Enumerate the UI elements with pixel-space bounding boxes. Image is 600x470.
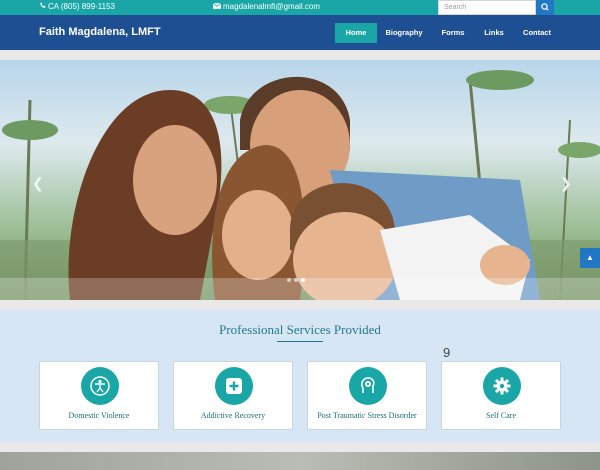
phone-icon bbox=[39, 2, 46, 11]
hero-slider[interactable]: ❮ ❯ bbox=[0, 60, 600, 300]
plus-square-icon bbox=[215, 367, 253, 405]
main-navbar: Faith Magdalena, LMFT Home Biography For… bbox=[0, 15, 600, 50]
phone-number: CA (805) 899-1153 bbox=[48, 2, 116, 11]
slide-dot[interactable] bbox=[287, 278, 291, 282]
stray-text: 9 bbox=[443, 345, 451, 360]
title-divider bbox=[277, 341, 323, 342]
service-label: Self Care bbox=[486, 411, 516, 420]
search-input[interactable]: Search bbox=[438, 0, 536, 15]
people bbox=[68, 76, 540, 300]
site-brand[interactable]: Faith Magdalena, LMFT bbox=[39, 26, 161, 38]
slide-dot-active[interactable] bbox=[301, 278, 305, 282]
service-card-addictive-recovery[interactable]: Addictive Recovery bbox=[173, 361, 293, 430]
nav-home[interactable]: Home bbox=[335, 23, 377, 43]
service-label: Domestic Violence bbox=[68, 411, 130, 420]
service-label: Post Traumatic Stress Disorder bbox=[317, 411, 417, 420]
person-circle-icon bbox=[81, 367, 119, 405]
service-card-domestic-violence[interactable]: Domestic Violence bbox=[39, 361, 159, 430]
nav-contact[interactable]: Contact bbox=[516, 23, 558, 43]
search-button[interactable] bbox=[536, 0, 554, 15]
phone-contact[interactable]: CA (805) 899-1153 bbox=[39, 2, 115, 11]
nav-links[interactable]: Links bbox=[476, 23, 512, 43]
top-contact-bar: CA (805) 899-1153 magdalenalmft@gmail.co… bbox=[0, 0, 600, 15]
service-label: Addictive Recovery bbox=[200, 411, 266, 420]
brain-head-icon bbox=[349, 367, 387, 405]
gear-icon bbox=[483, 367, 521, 405]
hero-family-photo bbox=[0, 70, 600, 300]
chevron-left-icon[interactable]: ❮ bbox=[32, 175, 44, 192]
services-section: Professional Services Provided 9 Domesti… bbox=[0, 310, 600, 442]
scroll-side-tab[interactable]: ▲ bbox=[580, 248, 600, 268]
email-address: magdalenalmft@gmail.com bbox=[223, 2, 321, 11]
slide-dot[interactable] bbox=[294, 278, 298, 282]
chevron-right-icon[interactable]: ❯ bbox=[560, 175, 572, 192]
service-card-self-care[interactable]: Self Care bbox=[441, 361, 561, 430]
nav-forms[interactable]: Forms bbox=[434, 23, 472, 43]
nav-biography[interactable]: Biography bbox=[381, 23, 427, 43]
services-title: Professional Services Provided bbox=[219, 322, 381, 337]
email-contact[interactable]: magdalenalmft@gmail.com bbox=[212, 2, 321, 11]
chevron-up-icon: ▲ bbox=[586, 253, 594, 262]
service-card-ptsd[interactable]: Post Traumatic Stress Disorder bbox=[307, 361, 427, 430]
envelope-icon bbox=[212, 2, 222, 11]
next-section-image-strip bbox=[0, 452, 600, 470]
